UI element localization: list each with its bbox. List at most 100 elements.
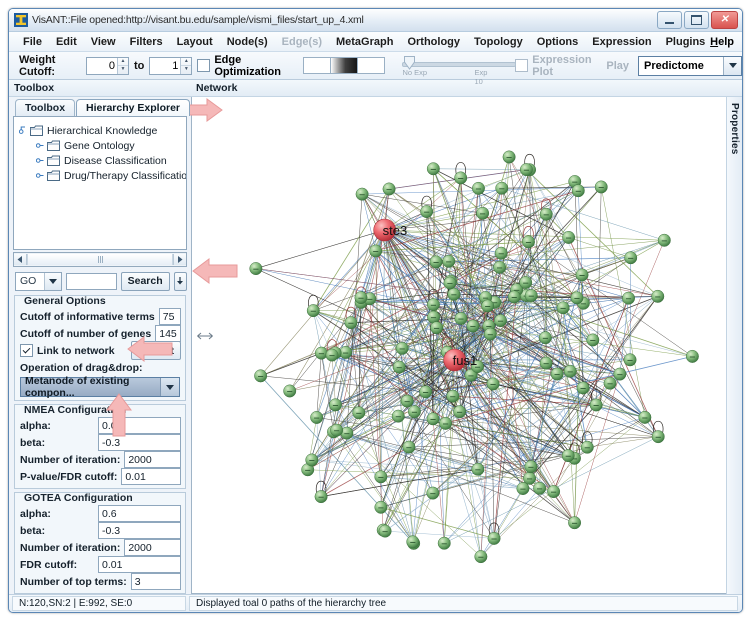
tree-expand-handle-icon[interactable] xyxy=(36,171,45,180)
expression-slider-track[interactable] xyxy=(402,61,517,67)
network-node[interactable] xyxy=(430,321,444,335)
network-node[interactable] xyxy=(402,440,416,454)
menu-file[interactable]: File xyxy=(16,35,49,49)
network-node[interactable] xyxy=(426,298,440,312)
network-node[interactable] xyxy=(623,353,637,367)
network-node[interactable] xyxy=(442,254,456,268)
network-node[interactable] xyxy=(443,276,457,290)
network-node[interactable] xyxy=(622,291,635,305)
gotea-fdr-input[interactable]: 0.01 xyxy=(98,556,181,573)
tree-expand-handle-icon[interactable] xyxy=(36,156,45,165)
network-node[interactable] xyxy=(539,356,553,370)
network-node[interactable] xyxy=(589,398,603,412)
chevron-down-icon[interactable] xyxy=(723,56,742,75)
network-node[interactable] xyxy=(494,314,507,328)
cutoff-number-of-genes-input[interactable]: 145 xyxy=(155,325,181,342)
tab-hierarchy-explorer[interactable]: Hierarchy Explorer xyxy=(76,99,190,116)
menu-metagraph[interactable]: MetaGraph xyxy=(329,35,400,49)
network-node[interactable] xyxy=(392,360,406,374)
minimize-button[interactable] xyxy=(657,11,682,29)
network-node[interactable] xyxy=(446,389,460,403)
link-to-network-checkbox[interactable] xyxy=(20,344,33,357)
network-node[interactable] xyxy=(374,470,388,484)
menu-help[interactable]: Help xyxy=(710,36,734,48)
network-node[interactable] xyxy=(447,287,461,301)
network-node[interactable] xyxy=(571,184,585,198)
network-node[interactable] xyxy=(453,405,467,419)
network-node[interactable] xyxy=(330,423,344,437)
weight-cutoff-to-input[interactable] xyxy=(150,57,181,74)
network-node[interactable] xyxy=(439,416,453,430)
mode-combo[interactable]: Predictome xyxy=(638,55,742,76)
network-node[interactable] xyxy=(516,482,530,495)
network-node[interactable] xyxy=(547,485,561,499)
network-node[interactable] xyxy=(420,205,434,219)
gotea-top-terms-input[interactable]: 3 xyxy=(130,573,181,590)
network-node[interactable] xyxy=(369,244,383,258)
gotea-iterations-input[interactable]: 2000 xyxy=(124,539,181,556)
nmea-beta-input[interactable]: -0.3 xyxy=(98,434,181,451)
network-node[interactable] xyxy=(352,406,366,420)
network-node[interactable] xyxy=(391,409,405,423)
network-node[interactable] xyxy=(570,291,584,305)
edge-optimization-checkbox[interactable] xyxy=(197,59,211,72)
edge-color-gradient[interactable] xyxy=(303,57,386,74)
network-node[interactable] xyxy=(254,369,268,383)
network-node[interactable] xyxy=(472,181,485,195)
tree-expand-handle-icon[interactable] xyxy=(36,141,45,150)
network-node[interactable] xyxy=(594,180,608,194)
network-node[interactable] xyxy=(507,290,521,304)
drag-drop-combo[interactable]: Metanode of existing compon... xyxy=(20,375,180,399)
network-node[interactable] xyxy=(493,260,507,274)
weight-cutoff-from-input[interactable] xyxy=(86,57,117,74)
network-node[interactable] xyxy=(624,251,638,265)
network-nodes[interactable]: ste3 fus1 xyxy=(249,150,699,564)
gotea-alpha-input[interactable]: 0.6 xyxy=(98,505,181,522)
network-node[interactable] xyxy=(568,516,582,530)
network-node[interactable] xyxy=(519,163,533,177)
search-options-button[interactable] xyxy=(173,271,187,291)
network-node[interactable] xyxy=(354,291,368,305)
network-node[interactable] xyxy=(562,230,576,244)
expression-slider[interactable]: No Exp Exp 10 xyxy=(402,55,517,86)
weight-cutoff-to-arrows[interactable]: ▲ ▼ xyxy=(180,57,192,74)
network-node[interactable] xyxy=(603,376,617,390)
menu-options[interactable]: Options xyxy=(530,35,586,49)
menu-orthology[interactable]: Orthology xyxy=(400,35,467,49)
tree-node-disease-classification[interactable]: Disease Classification xyxy=(19,153,182,168)
network-node[interactable] xyxy=(306,304,320,318)
network-node[interactable] xyxy=(563,364,577,378)
network-node[interactable] xyxy=(586,333,600,347)
network-node[interactable] xyxy=(476,206,490,220)
network-node[interactable] xyxy=(249,262,263,276)
network-node[interactable] xyxy=(429,255,443,269)
network-canvas[interactable]: ste3 fus1 xyxy=(191,97,726,594)
nmea-iterations-input[interactable]: 2000 xyxy=(124,451,181,468)
network-node[interactable] xyxy=(454,312,468,325)
chevron-down-icon[interactable] xyxy=(44,272,61,290)
network-node[interactable] xyxy=(483,327,497,341)
network-node[interactable] xyxy=(613,367,627,381)
network-node[interactable] xyxy=(657,233,671,247)
nmea-alpha-input[interactable]: 0.05 xyxy=(98,417,181,434)
properties-tab[interactable]: Properties xyxy=(726,97,742,594)
network-node[interactable] xyxy=(426,162,440,176)
search-input[interactable] xyxy=(66,272,117,290)
maximize-button[interactable] xyxy=(684,11,709,29)
chevron-down-icon[interactable] xyxy=(160,378,179,396)
menu-nodes[interactable]: Node(s) xyxy=(220,35,275,49)
menu-topology[interactable]: Topology xyxy=(467,35,530,49)
network-node[interactable] xyxy=(283,384,297,398)
network-node[interactable] xyxy=(426,412,440,426)
search-source-combo[interactable]: GO xyxy=(15,271,62,291)
weight-cutoff-from-spinner[interactable]: ▲▼ xyxy=(85,56,129,75)
gotea-beta-input[interactable]: -0.3 xyxy=(98,522,181,539)
network-node[interactable] xyxy=(502,150,516,164)
network-node[interactable] xyxy=(651,430,665,444)
network-node[interactable] xyxy=(382,182,396,196)
network-node[interactable] xyxy=(638,410,652,424)
hierarchy-tree-horizontal-scrollbar[interactable] xyxy=(13,252,187,267)
network-node[interactable] xyxy=(474,550,488,564)
tree-node-gene-ontology[interactable]: Gene Ontology xyxy=(19,138,182,153)
menu-plugins[interactable]: Plugins xyxy=(659,35,713,49)
